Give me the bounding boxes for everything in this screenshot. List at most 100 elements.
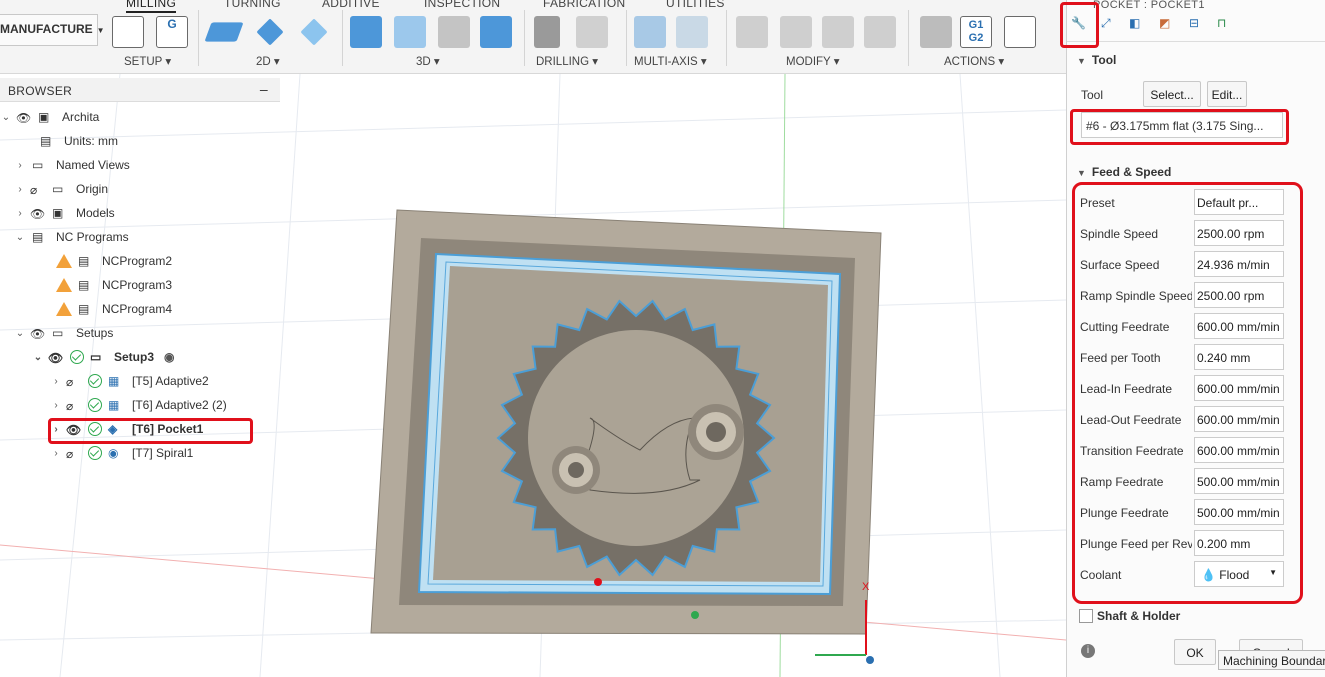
- browser-item-origin[interactable]: › ⌀ ▭ Origin: [14, 178, 108, 200]
- section-feed-speed[interactable]: ▼ Feed & Speed: [1077, 165, 1171, 179]
- component-icon: ▣: [52, 206, 64, 220]
- swarf-icon[interactable]: [634, 16, 666, 48]
- browser-item-named-views[interactable]: › ▭ Named Views: [14, 154, 129, 176]
- chevron-down-icon[interactable]: ⌄: [14, 328, 26, 339]
- chevron-right-icon[interactable]: ›: [50, 400, 62, 411]
- ok-button[interactable]: OK: [1174, 639, 1216, 665]
- divider: [524, 10, 525, 66]
- probe-icon[interactable]: [864, 16, 896, 48]
- group-label-multiaxis[interactable]: MULTI-AXIS ▾: [634, 54, 707, 68]
- highlight-box: [1070, 109, 1289, 145]
- browser-item-ncprogram2[interactable]: ▤ NCProgram2: [52, 250, 172, 272]
- tab-fabrication[interactable]: FABRICATION: [543, 0, 625, 10]
- group-2d: 2D ▾: [204, 14, 338, 70]
- group-label-3d[interactable]: 3D ▾: [416, 54, 440, 68]
- highlight-box: [48, 418, 253, 444]
- folder-icon: ▭: [32, 158, 44, 172]
- shaft-holder-label: Shaft & Holder: [1097, 609, 1181, 623]
- browser-item-t6-adaptive2-2[interactable]: › ⌀ ▦ [T6] Adaptive2 (2): [50, 394, 227, 416]
- linking-tab-icon[interactable]: ⊟: [1189, 16, 1211, 38]
- browser-item-archita[interactable]: ⌄ 👁 ▣ Archita: [0, 106, 100, 128]
- workspace-dropdown[interactable]: MANUFACTURE ▼: [0, 14, 105, 46]
- new-setup-icon[interactable]: [112, 16, 144, 48]
- browser-item-nc-programs[interactable]: ⌄ ▤ NC Programs: [14, 226, 129, 248]
- nc-program-icon: ▤: [78, 278, 90, 292]
- chevron-right-icon[interactable]: ›: [50, 448, 62, 459]
- chevron-right-icon[interactable]: ›: [50, 376, 62, 387]
- eye-hidden-icon[interactable]: ⌀: [30, 183, 46, 197]
- chevron-down-icon: ▼: [96, 26, 105, 35]
- group-label-2d[interactable]: 2D ▾: [256, 54, 280, 68]
- group-label-modify[interactable]: MODIFY ▾: [786, 54, 839, 68]
- browser-item-units[interactable]: ▤ Units: mm: [34, 130, 118, 152]
- browser-item-models[interactable]: › 👁 ▣ Models: [14, 202, 114, 224]
- browser-item-setup3[interactable]: ⌄ 👁 ▭ Setup3 ◉: [32, 346, 175, 368]
- chevron-right-icon[interactable]: ›: [14, 160, 26, 171]
- browser-item-setups[interactable]: ⌄ 👁 ▭ Setups: [14, 322, 114, 344]
- simulate-icon[interactable]: [920, 16, 952, 48]
- scissors-icon[interactable]: [736, 16, 768, 48]
- triangle-down-icon: ▼: [1077, 56, 1086, 66]
- tab-milling[interactable]: MILLING: [126, 0, 177, 13]
- post-process-icon[interactable]: G1 G2: [960, 16, 992, 48]
- group-label-actions[interactable]: ACTIONS ▾: [944, 54, 1004, 68]
- select-tool-button[interactable]: Select...: [1143, 81, 1201, 107]
- nc-program-icon: ▤: [78, 254, 90, 268]
- group-setup: G SETUP ▾: [110, 14, 190, 70]
- tab-utilities[interactable]: UTILITIES: [666, 0, 725, 10]
- chevron-right-icon[interactable]: ›: [14, 184, 26, 195]
- nc-program-icon[interactable]: G: [156, 16, 188, 48]
- check-icon: [70, 350, 84, 364]
- geometry-tab-icon[interactable]: ⤢: [1101, 16, 1123, 38]
- eye-hidden-icon[interactable]: ⌀: [66, 399, 82, 413]
- adaptive-icon: ▦: [108, 398, 120, 412]
- group-drilling: DRILLING ▾: [532, 14, 622, 70]
- browser-item-t7-spiral1[interactable]: › ⌀ ◉ [T7] Spiral1: [50, 442, 193, 464]
- delete-toolpath-icon[interactable]: [780, 16, 812, 48]
- chevron-down-icon[interactable]: ⌄: [0, 112, 12, 123]
- heights-tab-icon[interactable]: ◧: [1129, 16, 1151, 38]
- tool-label: Tool: [1081, 88, 1104, 102]
- tab-inspection[interactable]: INSPECTION: [424, 0, 500, 10]
- eye-icon[interactable]: 👁: [16, 111, 32, 125]
- section-tool[interactable]: ▼ Tool: [1077, 53, 1116, 67]
- eye-icon[interactable]: 👁: [30, 327, 46, 341]
- warning-icon: [56, 254, 72, 268]
- multi-axis-contour-icon[interactable]: [676, 16, 708, 48]
- 3d-pocket-icon[interactable]: [394, 16, 426, 48]
- shaft-holder-checkbox[interactable]: [1079, 609, 1093, 623]
- scallop-icon[interactable]: [480, 16, 512, 48]
- browser-item-t5-adaptive2[interactable]: › ⌀ ▦ [T5] Adaptive2: [50, 370, 209, 392]
- pattern-icon[interactable]: [822, 16, 854, 48]
- eye-hidden-icon[interactable]: ⌀: [66, 447, 82, 461]
- browser-item-ncprogram4[interactable]: ▤ NCProgram4: [52, 298, 172, 320]
- eye-icon[interactable]: 👁: [30, 207, 46, 221]
- edit-tool-button[interactable]: Edit...: [1207, 81, 1247, 107]
- hole-recognition-icon[interactable]: [576, 16, 608, 48]
- eye-hidden-icon[interactable]: ⌀: [66, 375, 82, 389]
- post-tab-icon[interactable]: ⊓: [1217, 16, 1239, 38]
- browser-item-ncprogram3[interactable]: ▤ NCProgram3: [52, 274, 172, 296]
- chevron-right-icon[interactable]: ›: [14, 208, 26, 219]
- eye-icon[interactable]: 👁: [48, 351, 64, 365]
- info-icon[interactable]: i: [1081, 644, 1095, 658]
- minimize-icon[interactable]: –: [260, 81, 268, 97]
- divider: [198, 10, 199, 66]
- group-label-setup[interactable]: SETUP ▾: [124, 54, 171, 68]
- face-icon[interactable]: [300, 18, 328, 46]
- chevron-down-icon[interactable]: ⌄: [32, 352, 44, 363]
- passes-tab-icon[interactable]: ◩: [1159, 16, 1181, 38]
- group-label-drilling[interactable]: DRILLING ▾: [536, 54, 598, 68]
- 3d-adaptive-icon[interactable]: [350, 16, 382, 48]
- tab-additive[interactable]: ADDITIVE: [322, 0, 380, 10]
- tab-turning[interactable]: TURNING: [224, 0, 281, 10]
- setup-sheet-icon[interactable]: [1004, 16, 1036, 48]
- 2d-pocket-icon[interactable]: [256, 18, 284, 46]
- chevron-down-icon[interactable]: ⌄: [14, 232, 26, 243]
- 2d-adaptive-icon[interactable]: [204, 22, 244, 42]
- units-icon: ▤: [40, 134, 52, 148]
- highlight-box: [1072, 182, 1303, 604]
- active-radio-icon[interactable]: ◉: [164, 350, 174, 364]
- steep-shallow-icon[interactable]: [438, 16, 470, 48]
- drill-icon[interactable]: [534, 16, 560, 48]
